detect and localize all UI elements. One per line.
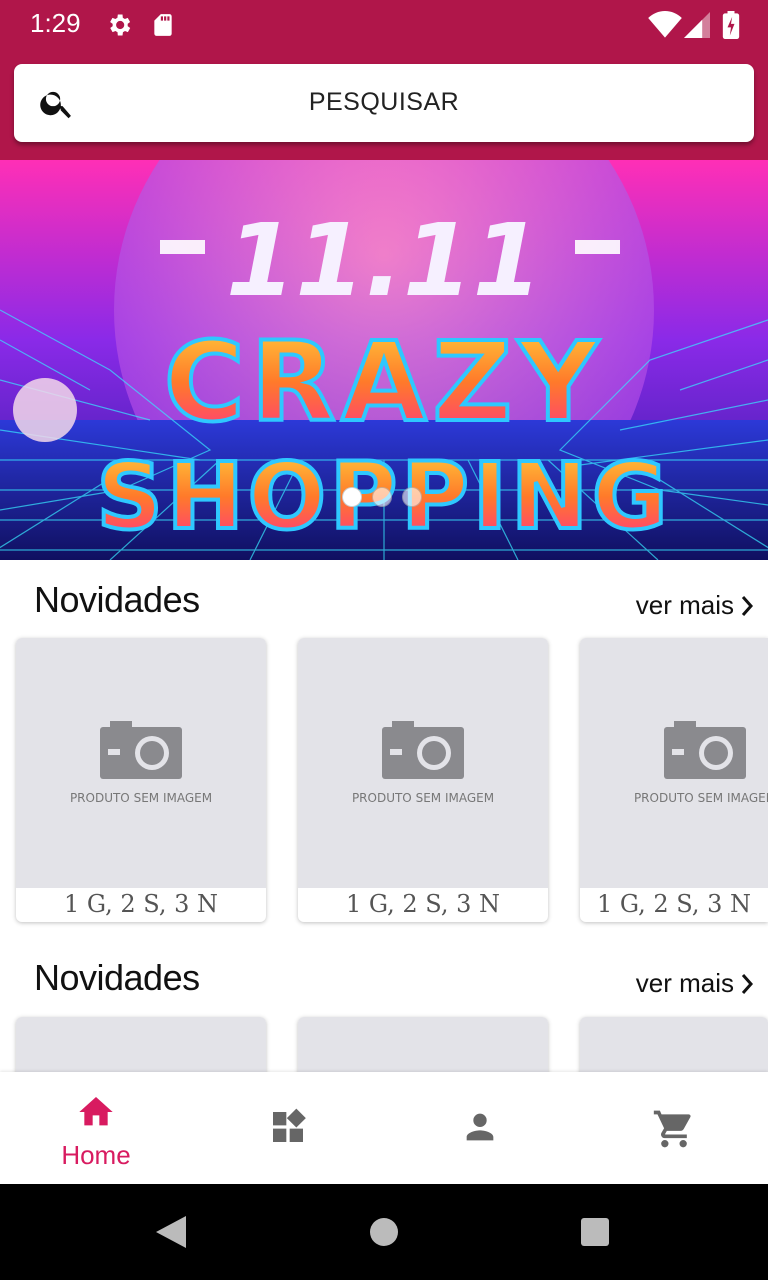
person-icon	[466, 1113, 494, 1141]
no-image-label: PRODUTO SEM IMAGEM	[633, 791, 768, 805]
nav-cart[interactable]	[576, 1087, 768, 1199]
product-card[interactable]: PRODUTO SEM IMAGEM 1 G, 2 S, 3 N	[16, 638, 266, 922]
banner-pagination	[342, 487, 422, 507]
product-caption: 1 G, 2 S, 3 N	[596, 890, 752, 918]
battery-icon	[722, 11, 740, 39]
back-icon[interactable]	[154, 1214, 188, 1250]
no-image-label: PRODUTO SEM IMAGEM	[69, 791, 213, 805]
product-caption: 1 G, 2 S, 3 N	[63, 890, 219, 918]
see-more-label: ver mais	[635, 590, 734, 620]
camera-icon	[664, 721, 746, 779]
status-time: 1:29	[30, 8, 81, 38]
nav-home[interactable]: Home	[0, 1072, 192, 1184]
nav-categories[interactable]	[192, 1087, 384, 1199]
nav-home-label: Home	[61, 1140, 131, 1170]
product-card[interactable]: PRODUTO SEM IMAGEM 1 G, 2 S, 3 N	[580, 638, 768, 922]
search-bar[interactable]: PESQUISAR	[14, 64, 754, 142]
product-card[interactable]: PRODUTO SEM IMAGEM 1 G, 2 S, 3 N	[298, 638, 548, 922]
status-bar: 1:29	[0, 0, 768, 50]
cart-icon	[653, 1110, 691, 1148]
home-circle-icon[interactable]	[369, 1217, 399, 1247]
settings-icon	[110, 14, 131, 36]
product-image-placeholder: PRODUTO SEM IMAGEM	[298, 638, 548, 888]
wifi-icon	[648, 11, 682, 38]
camera-icon	[100, 721, 182, 779]
signal-icon	[684, 12, 710, 38]
recents-icon[interactable]	[580, 1217, 610, 1247]
no-image-label: PRODUTO SEM IMAGEM	[351, 791, 495, 805]
banner-line2: CRAZY	[164, 318, 604, 446]
see-more-link[interactable]: ver mais	[636, 968, 754, 999]
chevron-right-icon	[741, 595, 754, 616]
system-navigation-bar	[0, 1184, 768, 1280]
product-caption: 1 G, 2 S, 3 N	[345, 890, 501, 918]
see-more-label: ver mais	[635, 968, 734, 998]
banner-line1: 11.11	[226, 202, 542, 319]
nav-profile[interactable]	[384, 1087, 576, 1199]
section-title: Novidades	[34, 957, 200, 998]
search-input[interactable]: PESQUISAR	[14, 88, 754, 117]
section-title: Novidades	[34, 579, 200, 620]
home-icon	[79, 1097, 113, 1126]
pagination-dot[interactable]	[372, 487, 392, 507]
camera-icon	[382, 721, 464, 779]
chevron-right-icon	[741, 973, 754, 994]
see-more-link[interactable]: ver mais	[636, 590, 754, 621]
product-image-placeholder: PRODUTO SEM IMAGEM	[16, 638, 266, 888]
pagination-dot[interactable]	[342, 487, 362, 507]
bottom-navigation: Home	[0, 1072, 768, 1184]
pagination-dot[interactable]	[402, 487, 422, 507]
sd-card-icon	[154, 14, 172, 36]
product-image-placeholder: PRODUTO SEM IMAGEM	[580, 638, 768, 888]
categories-icon	[273, 1108, 306, 1142]
